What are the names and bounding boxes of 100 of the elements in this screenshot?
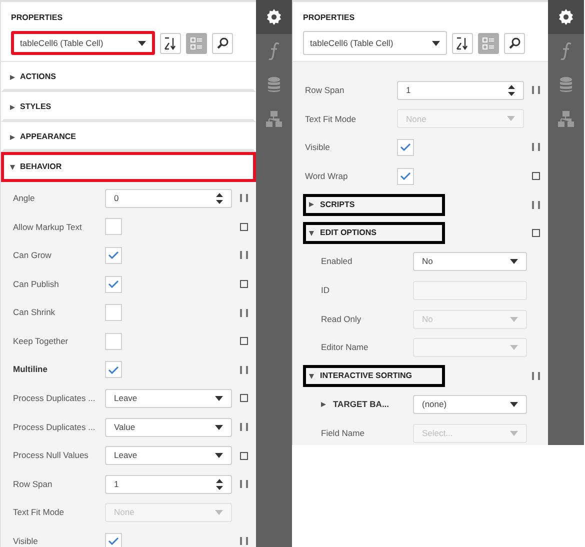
expanded-arrow-icon xyxy=(309,230,314,236)
checkmark-icon xyxy=(108,366,119,374)
spin-arrows-icon[interactable] xyxy=(508,84,516,96)
panel-title: PROPERTIES xyxy=(303,12,356,24)
checkbox[interactable] xyxy=(105,332,122,350)
component-selector[interactable]: tableCell6 (Table Cell) xyxy=(303,31,447,55)
function-icon xyxy=(560,42,572,60)
dropdown[interactable]: Leave xyxy=(105,446,232,466)
property-label: TARGET BA... xyxy=(333,398,390,412)
hierarchy-icon xyxy=(558,111,574,127)
spin-arrows-icon[interactable] xyxy=(216,478,224,490)
group-header[interactable]: INTERACTIVE SORTING xyxy=(303,365,445,388)
number-field[interactable]: 1 xyxy=(105,474,232,494)
caret-icon xyxy=(510,316,518,322)
collapsed-arrow-icon xyxy=(10,104,15,110)
caret-icon xyxy=(432,40,440,46)
bars-marker-icon[interactable] xyxy=(240,423,248,432)
checkbox[interactable] xyxy=(105,246,122,264)
number-field[interactable]: 0 xyxy=(105,188,232,208)
square-marker-icon[interactable] xyxy=(240,452,248,460)
dropdown[interactable]: No xyxy=(413,252,528,272)
expanded-arrow-icon xyxy=(309,374,314,379)
checkbox[interactable] xyxy=(397,138,414,156)
bars-marker-icon[interactable] xyxy=(532,372,540,380)
caret-icon xyxy=(510,402,518,408)
property-label: Process Null Values xyxy=(13,449,88,462)
property-label: Text Fit Mode xyxy=(305,112,356,126)
collapsed-arrow-icon xyxy=(10,74,15,80)
square-marker-icon[interactable] xyxy=(240,394,248,402)
category-header[interactable]: ACTIONS xyxy=(1,62,256,92)
group-header[interactable]: EDIT OPTIONS xyxy=(303,222,445,244)
property-label: Field Name xyxy=(321,427,364,440)
bars-marker-icon[interactable] xyxy=(240,251,248,260)
square-marker-icon[interactable] xyxy=(532,172,540,180)
checkmark-icon xyxy=(400,172,411,180)
bars-marker-icon[interactable] xyxy=(532,200,540,209)
dropdown[interactable]: (none) xyxy=(413,395,528,414)
property-label: Allow Markup Text xyxy=(13,220,82,234)
dropdown[interactable]: Leave xyxy=(105,388,232,408)
checkbox[interactable] xyxy=(397,168,414,185)
property-label: Word Wrap xyxy=(305,170,348,182)
toolbar-button[interactable] xyxy=(160,32,181,54)
toolbar-button[interactable] xyxy=(452,32,473,54)
database-icon xyxy=(560,77,572,93)
function-icon xyxy=(268,42,280,60)
bars-marker-icon[interactable] xyxy=(532,86,540,94)
caret-icon xyxy=(215,424,224,430)
caret-icon xyxy=(510,345,518,350)
property-label: Visible xyxy=(13,535,38,547)
settings-icon xyxy=(558,9,574,25)
bars-marker-icon[interactable] xyxy=(240,537,248,546)
square-marker-icon[interactable] xyxy=(240,222,248,231)
checkbox[interactable] xyxy=(105,532,122,547)
checkbox[interactable] xyxy=(105,361,122,378)
checkbox[interactable] xyxy=(105,276,122,293)
number-field[interactable]: 1 xyxy=(397,80,524,100)
caret-icon xyxy=(215,396,224,401)
property-label: Multiline xyxy=(13,363,48,376)
property-label: Can Grow xyxy=(13,249,52,262)
property-label: Row Span xyxy=(305,84,344,97)
square-marker-icon[interactable] xyxy=(240,280,248,288)
search-icon xyxy=(508,37,520,49)
caret-icon xyxy=(215,453,224,458)
settings-icon xyxy=(266,9,282,25)
categories-icon xyxy=(482,36,495,50)
category-header[interactable]: APPEARANCE xyxy=(1,122,256,152)
square-marker-icon[interactable] xyxy=(240,337,248,346)
category-header[interactable]: BEHAVIOR xyxy=(1,152,256,182)
checkmark-icon xyxy=(108,251,119,260)
property-label: Visible xyxy=(305,141,330,154)
dropdown[interactable]: Value xyxy=(105,418,232,437)
caret-icon xyxy=(510,259,518,264)
checkbox[interactable] xyxy=(105,304,122,322)
toolbar-button[interactable] xyxy=(212,32,233,54)
property-label: ID xyxy=(321,284,330,297)
bars-marker-icon[interactable] xyxy=(240,308,248,317)
collapsed-arrow-icon xyxy=(309,202,314,208)
bars-marker-icon[interactable] xyxy=(240,480,248,488)
caret-icon xyxy=(138,40,146,46)
property-label: Keep Together xyxy=(13,334,68,348)
category-header[interactable]: STYLES xyxy=(1,92,256,122)
sort-icon xyxy=(456,36,469,50)
bars-marker-icon[interactable] xyxy=(240,366,248,374)
component-selector[interactable]: tableCell6 (Table Cell) xyxy=(11,31,155,55)
categories-icon xyxy=(190,36,203,50)
side-tab[interactable] xyxy=(548,0,584,34)
collapsed-arrow-icon xyxy=(321,402,326,408)
property-label: Process Duplicates ... xyxy=(13,420,96,434)
group-header[interactable]: SCRIPTS xyxy=(303,194,445,216)
bars-marker-icon[interactable] xyxy=(240,194,248,202)
square-marker-icon[interactable] xyxy=(532,229,540,238)
property-label: Editor Name xyxy=(321,341,368,354)
property-label: Can Shrink xyxy=(13,306,56,320)
side-tab[interactable] xyxy=(256,0,292,34)
bars-marker-icon[interactable] xyxy=(532,143,540,152)
toolbar-button[interactable] xyxy=(504,32,525,54)
sort-icon xyxy=(164,36,177,50)
checkbox[interactable] xyxy=(105,218,122,236)
spin-arrows-icon[interactable] xyxy=(216,192,224,204)
checkmark-icon xyxy=(400,143,411,152)
